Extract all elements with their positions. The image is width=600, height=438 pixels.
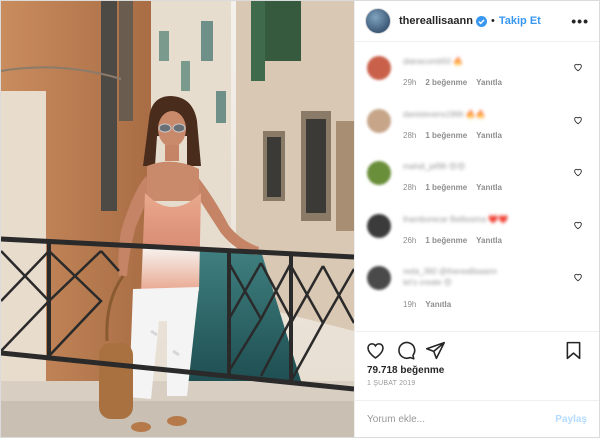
post-comment-button[interactable]: Paylaş xyxy=(555,414,587,425)
verified-badge-icon xyxy=(475,15,487,27)
follow-button[interactable]: Takip Et xyxy=(499,15,541,27)
commenter-avatar[interactable] xyxy=(367,161,391,185)
comment-like-heart-icon[interactable] xyxy=(573,272,583,282)
commenter-avatar[interactable] xyxy=(367,56,391,80)
comment-likes[interactable]: 1 beğenme xyxy=(425,236,467,245)
commenter-avatar[interactable] xyxy=(367,108,391,133)
likes-count[interactable]: 79.718 beğenme xyxy=(355,365,599,376)
comment-text: mahdi_jaf96 😍😍 xyxy=(403,162,466,171)
post-actions-bar xyxy=(355,331,599,368)
post-header: thereallisaann • Takip Et ••• xyxy=(355,1,599,42)
comment-age: 19h xyxy=(403,300,417,309)
comment-age: 29h xyxy=(403,78,417,87)
comment-like-heart-icon[interactable] xyxy=(573,220,583,230)
comment-item: dianacomb50 🔥 29h 2 beğenme Yanıtla xyxy=(355,50,599,103)
bookmark-icon[interactable] xyxy=(563,340,584,361)
comment-age: 28h xyxy=(403,183,417,192)
reply-button[interactable]: Yanıtla xyxy=(476,131,502,140)
comment-item: mahdi_jaf96 😍😍 28h 1 beğenme Yanıtla xyxy=(355,155,599,208)
comments-list: dianacomb50 🔥 29h 2 beğenme Yanıtla dani… xyxy=(355,42,599,331)
comment-bubble-icon[interactable] xyxy=(395,340,416,361)
comment-likes[interactable]: 1 beğenme xyxy=(425,131,467,140)
reply-button[interactable]: Yanıtla xyxy=(476,78,502,87)
commenter-avatar[interactable] xyxy=(367,213,391,238)
reply-button[interactable]: Yanıtla xyxy=(476,236,502,245)
comment-like-heart-icon[interactable] xyxy=(573,62,583,72)
author-username[interactable]: thereallisaann xyxy=(399,15,473,27)
comment-item: thamborecar Bellissima ❤️❤️ 26h 1 beğenm… xyxy=(355,208,599,261)
comment-item: danistevens1966 🔥🔥 28h 1 beğenme Yanıtla xyxy=(355,103,599,156)
comment-input[interactable]: Yorum ekle... xyxy=(367,414,425,425)
comment-text: dianacomb50 🔥 xyxy=(403,57,464,66)
reply-button[interactable]: Yanıtla xyxy=(476,183,502,192)
comment-text: reda_360 @thereallisaann let's create 😍 xyxy=(403,267,497,287)
comment-likes[interactable]: 1 beğenme xyxy=(425,183,467,192)
comment-text: danistevens1966 🔥🔥 xyxy=(403,109,486,119)
post-date: 1 ŞUBAT 2019 xyxy=(367,380,416,387)
comment-age: 26h xyxy=(403,235,417,245)
venice-balcony-photo xyxy=(1,1,354,437)
post-sidebar: thereallisaann • Takip Et ••• dianacomb5… xyxy=(354,1,599,437)
like-heart-icon[interactable] xyxy=(365,340,386,361)
comment-text: thamborecar Bellissima ❤️❤️ xyxy=(403,214,509,224)
comment-like-heart-icon[interactable] xyxy=(573,167,583,177)
reply-button[interactable]: Yanıtla xyxy=(425,300,451,309)
comment-likes[interactable]: 2 beğenme xyxy=(425,78,467,87)
post-photo[interactable] xyxy=(1,1,354,437)
add-comment-bar: Yorum ekle... Paylaş xyxy=(355,400,599,437)
commenter-avatar[interactable] xyxy=(367,266,391,290)
share-paper-plane-icon[interactable] xyxy=(425,340,446,361)
comment-like-heart-icon[interactable] xyxy=(573,115,583,125)
header-separator: • xyxy=(490,15,495,27)
more-options-icon[interactable]: ••• xyxy=(571,13,589,29)
instagram-post: thereallisaann • Takip Et ••• dianacomb5… xyxy=(0,0,600,438)
comment-item: reda_360 @thereallisaann let's create 😍 … xyxy=(355,260,599,326)
author-avatar[interactable] xyxy=(365,8,391,34)
comment-age: 28h xyxy=(403,130,417,140)
